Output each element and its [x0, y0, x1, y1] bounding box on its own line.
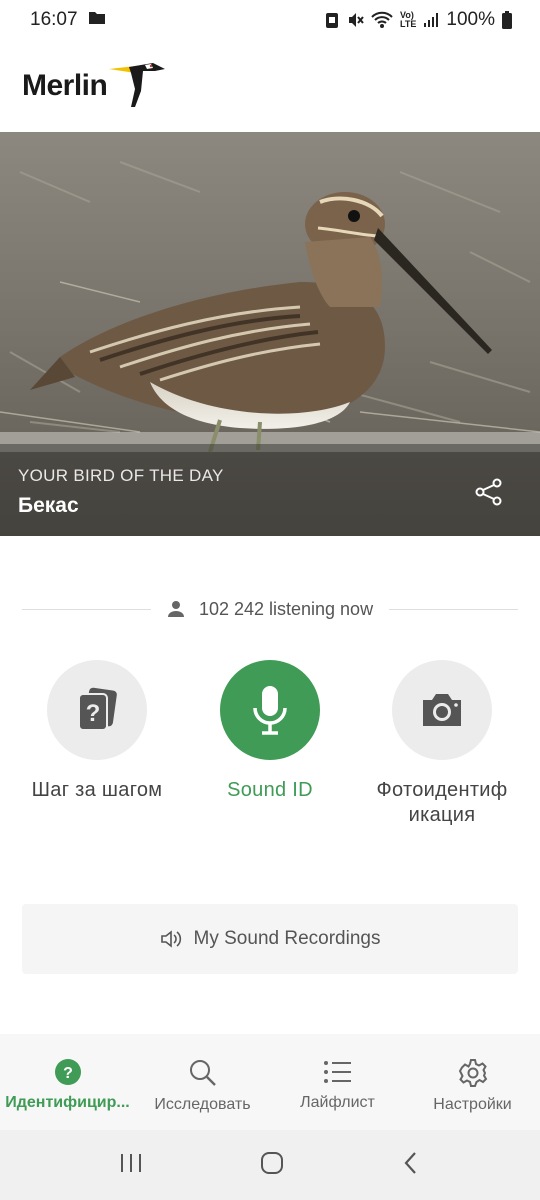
bird-of-the-day-label: YOUR BIRD OF THE DAY: [18, 466, 224, 485]
question-circle-icon: ?: [54, 1059, 81, 1085]
folder-icon: [88, 9, 106, 31]
bird-of-the-day-card[interactable]: YOUR BIRD OF THE DAY Бекас: [0, 132, 540, 536]
system-nav-bar: [0, 1130, 540, 1200]
svg-text:?: ?: [63, 1065, 73, 1082]
bottom-nav: ? Идентифицир... Исследовать Лайфлист На…: [0, 1034, 540, 1130]
sound-id-label: Sound ID: [227, 779, 313, 801]
nav-lifelist[interactable]: Лайфлист: [270, 1034, 405, 1130]
camera-icon: [423, 694, 461, 726]
photo-id-label-line1: Фотоидентиф: [376, 779, 508, 801]
mute-icon: [346, 11, 364, 29]
recent-apps-icon: [120, 1153, 141, 1172]
step-by-step-label: Шаг за шагом: [31, 779, 163, 801]
sound-id-button[interactable]: Sound ID: [185, 660, 355, 803]
nav-lifelist-label: Лайфлист: [300, 1094, 375, 1111]
share-icon: [475, 478, 502, 506]
merlin-bird-logo-icon: [109, 63, 166, 107]
nfc-icon: [325, 11, 339, 29]
merlin-logo: Merlin: [22, 61, 167, 111]
nav-settings[interactable]: Настройки: [405, 1034, 540, 1130]
listening-now-row: 102 242 listening now: [22, 596, 519, 622]
gear-icon: [458, 1059, 487, 1087]
my-sound-recordings-button[interactable]: My Sound Recordings: [22, 904, 518, 974]
home-button[interactable]: [259, 1150, 285, 1181]
step-by-step-circle[interactable]: ?: [47, 660, 147, 760]
bird-name: Бекас: [18, 494, 79, 517]
volte-icon: Vo) LTE: [400, 10, 417, 29]
photo-id-label-line2: икация: [408, 804, 476, 826]
divider-right: [389, 608, 519, 610]
nav-explore[interactable]: Исследовать: [135, 1034, 270, 1130]
home-icon: [260, 1151, 283, 1174]
photo-id-label: Фотоидентиф икация: [357, 778, 527, 828]
wifi-icon: [371, 11, 393, 29]
person-icon: [167, 601, 184, 617]
identify-actions: ? Шаг за шагом Sound ID Фотоидентиф икац…: [0, 660, 540, 840]
nav-identify-label: Идентифицир...: [5, 1094, 130, 1111]
speaker-icon: [160, 930, 181, 948]
photo-id-circle[interactable]: [392, 660, 492, 760]
signal-icon: [423, 12, 439, 28]
step-by-step-button[interactable]: ? Шаг за шагом: [12, 660, 182, 803]
hero-caption-overlay: [0, 444, 540, 536]
listening-count: 102 242 listening now: [198, 598, 374, 619]
nav-explore-label: Исследовать: [154, 1096, 251, 1113]
microphone-icon: [253, 686, 287, 735]
status-time: 16:07: [30, 9, 78, 30]
share-button[interactable]: [472, 475, 506, 509]
battery-icon: [502, 11, 512, 29]
my-sound-recordings-label: My Sound Recordings: [193, 928, 381, 949]
nav-settings-label: Настройки: [433, 1096, 512, 1113]
sound-id-circle[interactable]: [220, 660, 320, 760]
nav-identify[interactable]: ? Идентифицир...: [0, 1034, 135, 1130]
list-icon: [323, 1061, 351, 1083]
status-bar: 16:07 Vo) LTE 100%: [0, 0, 540, 40]
battery-level: 100%: [446, 9, 495, 30]
cards-question-icon: ?: [78, 687, 117, 731]
app-header: Merlin: [0, 40, 540, 132]
divider-left: [22, 608, 151, 610]
photo-id-button[interactable]: Фотоидентиф икация: [357, 660, 527, 828]
logo-text: Merlin: [22, 69, 108, 102]
back-button[interactable]: [400, 1150, 422, 1181]
svg-text:?: ?: [86, 700, 101, 727]
back-chevron-icon: [404, 1151, 417, 1174]
recent-apps-button[interactable]: [118, 1152, 144, 1179]
search-icon: [189, 1060, 216, 1086]
